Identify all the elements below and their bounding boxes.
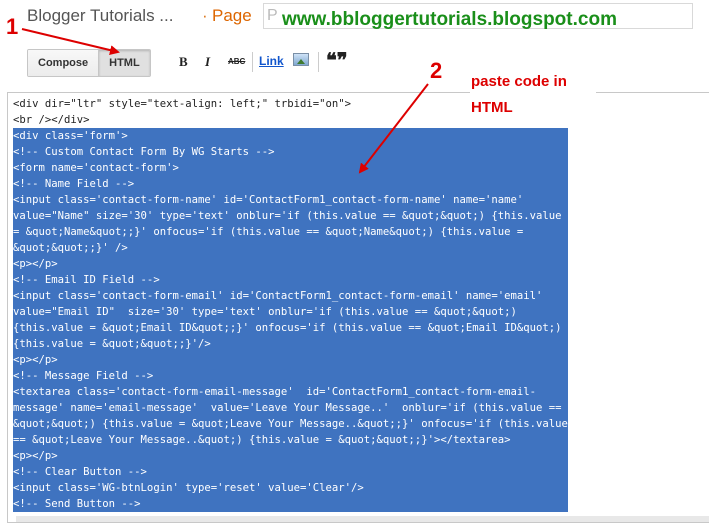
code-line: <input class='WG-btnLogin' type='reset' … [13, 480, 568, 496]
instruction-note-line2: HTML [471, 99, 513, 116]
code-line: <p></p> [13, 448, 568, 464]
page-title-input-value: P [267, 7, 278, 24]
breadcrumb-separator: · [202, 6, 208, 25]
code-line: <input class='contact-form-email' id='Co… [13, 288, 568, 304]
code-line: <!-- Message Field --> [13, 368, 568, 384]
code-line: {this.value = &quot;&quot;;}'/> [13, 336, 568, 352]
toolbar-divider [252, 52, 253, 72]
code-line: <p></p> [13, 256, 568, 272]
html-code: <div dir="ltr" style="text-align: left;"… [13, 96, 568, 512]
site-url-overlay: www.bbloggertutorials.blogspot.com [282, 9, 617, 30]
code-line: {this.value = &quot;Email ID&quot;;}' on… [13, 320, 568, 336]
toolbar-divider [318, 52, 319, 72]
code-line: <input class='contact-form-name' id='Con… [13, 192, 568, 208]
code-line: value="Name" size='30' type='text' onblu… [13, 208, 568, 224]
quote-button[interactable]: ❝❞ [326, 48, 348, 73]
link-button[interactable]: Link [259, 54, 284, 68]
top-bar: Blogger Tutorials ... · Page P www.bblog… [0, 0, 709, 40]
code-line: <textarea class='contact-form-email-mess… [13, 384, 568, 400]
code-line: &quot;&quot;) {this.value = &quot;Leave … [13, 416, 568, 432]
compose-mode-button[interactable]: Compose [28, 50, 99, 76]
page-label: Page [212, 6, 252, 25]
code-line: <form name='contact-form'> [13, 160, 568, 176]
blog-title[interactable]: Blogger Tutorials ... [27, 6, 173, 26]
code-line: <!-- Clear Button --> [13, 464, 568, 480]
step-number-1: 1 [6, 14, 19, 39]
html-editor-textarea[interactable]: <div dir="ltr" style="text-align: left;"… [7, 92, 709, 523]
code-line: <!-- Custom Contact Form By WG Starts --… [13, 144, 568, 160]
code-line: value="Email ID" size='30' type='text' o… [13, 304, 568, 320]
strikethrough-button[interactable]: ABC [228, 57, 245, 66]
code-line: <!-- Send Button --> [13, 496, 568, 512]
horizontal-scrollbar[interactable] [16, 516, 709, 522]
code-line: <p></p> [13, 352, 568, 368]
editor-toolbar: Compose HTML B I ABC Link ❝❞ [0, 40, 709, 90]
code-line: &quot;&quot;;}' /> [13, 240, 568, 256]
code-line: == &quot;Leave Your Message..&quot;) {th… [13, 432, 568, 448]
code-line: <!-- Email ID Field --> [13, 272, 568, 288]
bold-button[interactable]: B [179, 54, 188, 70]
code-line: <!-- Name Field --> [13, 176, 568, 192]
code-line: message' name='email-message' value='Lea… [13, 400, 568, 416]
instruction-note: paste code in HTML [470, 68, 596, 126]
step-number-2: 2 [430, 58, 443, 83]
code-line: = &quot;Name&quot;;}' onfocus='if (this.… [13, 224, 568, 240]
instruction-note-line1: paste code in [471, 73, 567, 90]
code-line: <div class='form'> [13, 128, 568, 144]
html-mode-button[interactable]: HTML [98, 50, 150, 76]
editor-mode-switch: Compose HTML [27, 49, 151, 77]
italic-button[interactable]: I [205, 54, 210, 70]
insert-image-icon[interactable] [293, 53, 309, 66]
